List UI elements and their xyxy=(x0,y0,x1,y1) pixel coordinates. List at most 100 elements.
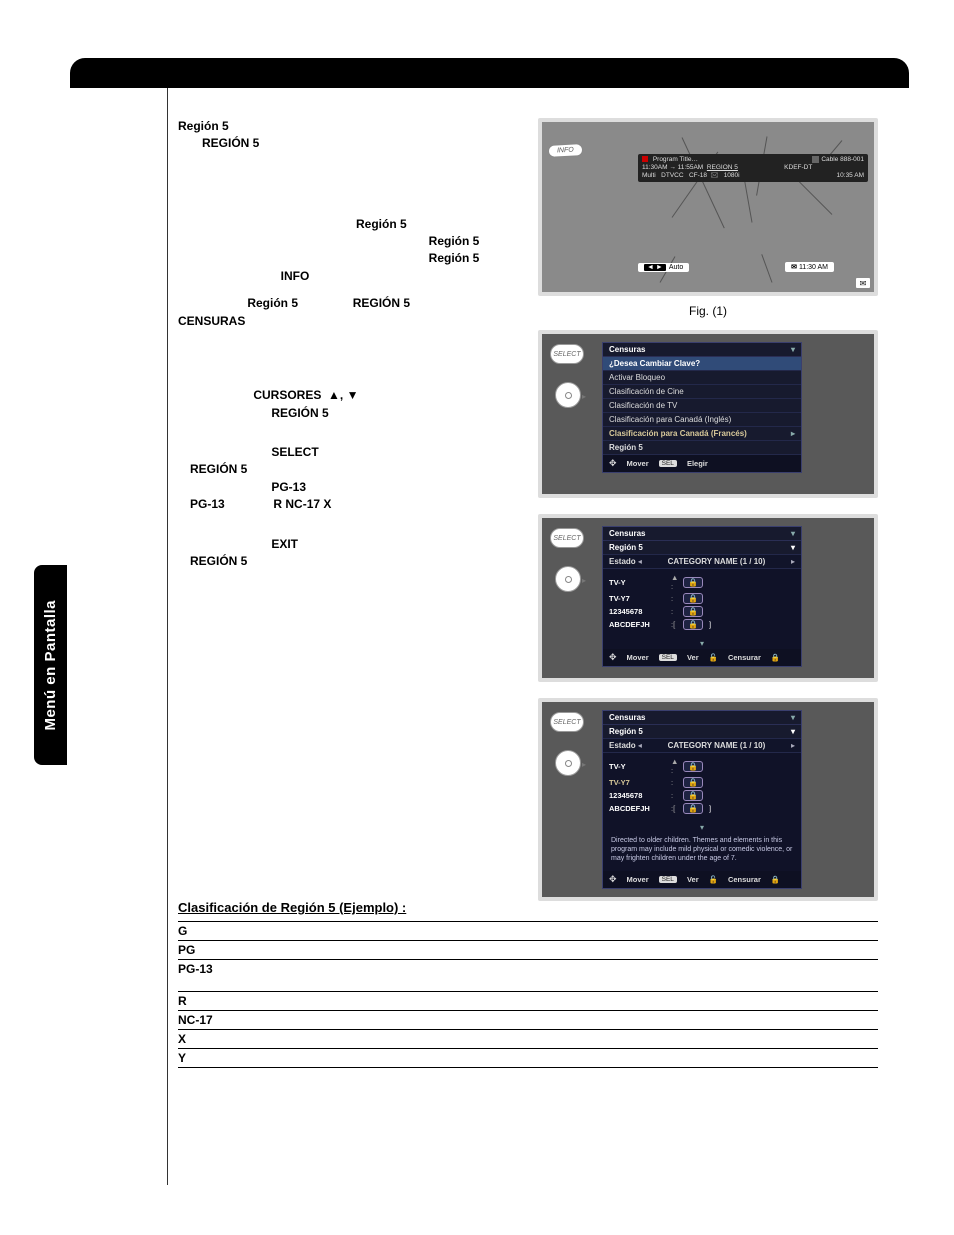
cursor-dot-icon xyxy=(565,576,572,583)
remote-select-button[interactable]: SELECT xyxy=(550,528,584,548)
lock-chip[interactable]: 🔒 xyxy=(683,606,703,617)
osd-1-wrap: SELECT ▸ Censuras▾ ¿Desea Cambiar Clave?… xyxy=(538,330,878,498)
category-bar[interactable]: Estado ◂ CATEGORY NAME (1 / 10) ▸ xyxy=(603,555,801,569)
term-pg13b: PG-13 xyxy=(190,497,225,511)
comma: , xyxy=(340,388,347,402)
osd-3-wrap: SELECT ▸ Censuras▾ Región 5▾ Estado ◂ CA… xyxy=(538,698,878,901)
term-select: SELECT xyxy=(271,445,318,459)
lock-icon: 🔒 xyxy=(688,578,698,587)
rating-name: TV-Y xyxy=(609,762,665,771)
section-tab: Menú en Pantalla xyxy=(34,565,67,765)
rating-desc: placeholder xyxy=(238,994,878,1008)
rating-row[interactable]: ABCDEFJH:[🔒] xyxy=(609,803,795,814)
banner-time1: 11:30AM xyxy=(642,164,668,171)
rating-punct: :[ xyxy=(671,804,677,813)
rating-row[interactable]: 12345678:🔒 xyxy=(609,606,795,617)
rating-name: 12345678 xyxy=(609,791,665,800)
vertical-rule xyxy=(167,88,168,1185)
program-banner: Program Title… Cable 888-001 11:30AM → 1… xyxy=(638,154,868,182)
header-bar xyxy=(70,58,909,88)
term-region5-bold: REGIÓN 5 xyxy=(353,296,410,310)
menu-title-text: Censuras xyxy=(609,713,645,722)
menu-footer: ✥ Mover SEL Elegir xyxy=(603,455,801,472)
remote-select-button[interactable]: SELECT xyxy=(550,344,584,364)
body-text: Región 5 REGIÓN 5 xxxxxxxxx xxxxxxx xxxx… xyxy=(178,118,528,570)
term-info: INFO xyxy=(281,269,310,283)
remote-cursor-button[interactable]: ▸ xyxy=(555,750,581,776)
table-row: PGplaceholder xyxy=(178,940,878,959)
lock-chip[interactable]: 🔒 xyxy=(683,777,703,788)
lock-chip[interactable]: 🔒 xyxy=(683,790,703,801)
lock-icon: 🔒 xyxy=(688,620,698,629)
rating-list: TV-Y▲ :🔒 TV-Y7:🔒 12345678:🔒 ABCDEFJH:[🔒] xyxy=(603,753,801,822)
clock-pill: ✉ 11:30 AM xyxy=(785,262,834,272)
figure-1-wrap: INFO Program Title… Cable 888-001 11:30A… xyxy=(538,118,878,296)
move-arrows-icon: ✥ xyxy=(609,874,617,885)
lock-chip[interactable]: 🔒 xyxy=(683,593,703,604)
remote-cursor-button[interactable]: ▸ xyxy=(555,382,581,408)
region5-menu: Censuras▾ Región 5▾ Estado ◂ CATEGORY NA… xyxy=(602,526,802,667)
lock-chip[interactable]: 🔒 xyxy=(683,577,703,588)
term-region5-again: REGIÓN 5 xyxy=(271,406,328,420)
rating-desc: placeholder xyxy=(238,943,878,957)
rating-punct: : xyxy=(671,791,677,800)
rating-code: NC-17 xyxy=(178,1013,238,1027)
term-region5b: Región 5 xyxy=(429,234,480,248)
rating-punct: : xyxy=(671,594,677,603)
triangle-right-icon: ▸ xyxy=(791,557,795,566)
rating-punct: ▲ : xyxy=(671,757,677,775)
rating-punct: ▲ : xyxy=(671,573,677,591)
rating-punct: : xyxy=(671,607,677,616)
bracket-close: ] xyxy=(709,804,711,813)
sel-badge: SEL xyxy=(659,876,677,883)
lock-chip[interactable]: 🔒 xyxy=(683,803,703,814)
banner-time3: 10:35 AM xyxy=(837,172,864,180)
menu-footer: ✥ Mover SEL Ver 🔓 Censurar 🔒 xyxy=(603,871,801,888)
menu-item[interactable]: ¿Desea Cambiar Clave? xyxy=(603,357,801,371)
menu-item[interactable]: Activar Bloqueo xyxy=(603,371,801,385)
category-bar[interactable]: Estado ◂ CATEGORY NAME (1 / 10) ▸ xyxy=(603,739,801,753)
rating-row[interactable]: TV-Y▲ :🔒 xyxy=(609,573,795,591)
chevron-down-icon: ▾ xyxy=(791,543,795,552)
rating-row[interactable]: 12345678: 🔒 xyxy=(609,790,795,801)
menu-item[interactable]: Clasificación para Canadá (Francés)▸ xyxy=(603,427,801,441)
rating-desc: placeholder xyxy=(238,924,878,938)
rating-row[interactable]: TV-Y7:🔒 xyxy=(609,593,795,604)
rating-name: TV-Y7 xyxy=(609,778,665,787)
category-name: CATEGORY NAME (1 / 10) xyxy=(668,557,766,566)
term-r: R xyxy=(273,497,282,511)
lock-chip[interactable]: 🔒 xyxy=(683,761,703,772)
menu-footer: ✥ Mover SEL Ver 🔓 Censurar 🔒 xyxy=(603,649,801,666)
rec-icon xyxy=(642,156,648,162)
menu-item-label: Clasificación para Canadá (Francés) xyxy=(609,429,747,438)
rating-code: G xyxy=(178,924,238,938)
rating-row[interactable]: ABCDEFJH:[🔒] xyxy=(609,619,795,630)
rating-row[interactable]: TV-Y ▲ : 🔒 xyxy=(609,757,795,775)
menu-item[interactable]: Clasificación de Cine xyxy=(603,385,801,399)
cc-icon: 🖂 xyxy=(711,172,719,179)
sel-badge: SEL xyxy=(659,654,677,661)
remote-info-button[interactable]: INFO xyxy=(548,143,583,158)
menu-title: Censuras▾ xyxy=(603,343,801,357)
rating-code: X xyxy=(178,1032,238,1046)
chevron-down-icon: ▾ xyxy=(603,638,801,649)
menu-title-text: Censuras xyxy=(609,529,645,538)
rating-punct: :[ xyxy=(671,620,677,629)
term-censuras: CENSURAS xyxy=(178,314,245,328)
lock-chip[interactable]: 🔒 xyxy=(683,619,703,630)
menu-item[interactable]: Clasificación de TV xyxy=(603,399,801,413)
rating-code: Y xyxy=(178,1051,238,1065)
remote-select-button[interactable]: SELECT xyxy=(550,712,584,732)
arrow-up-icon: ▲ xyxy=(328,388,340,402)
estado-label: Estado xyxy=(609,557,636,566)
term-region5-txt: Región 5 xyxy=(247,296,298,310)
aspect-pill[interactable]: ◄ ►Auto xyxy=(638,263,689,272)
submenu-title-text: Región 5 xyxy=(609,727,643,736)
menu-item[interactable]: Región 5 xyxy=(603,441,801,455)
table-row: PG-13placeholder xyxy=(178,959,878,991)
rating-row-selected[interactable]: TV-Y7:🔒 xyxy=(609,777,795,788)
remote-cursor-button[interactable]: ▸ xyxy=(555,566,581,592)
menu-item[interactable]: Clasificación para Canadá (Inglés) xyxy=(603,413,801,427)
category-name: CATEGORY NAME (1 / 10) xyxy=(668,741,766,750)
banner-region: REGION 5 xyxy=(707,164,738,171)
